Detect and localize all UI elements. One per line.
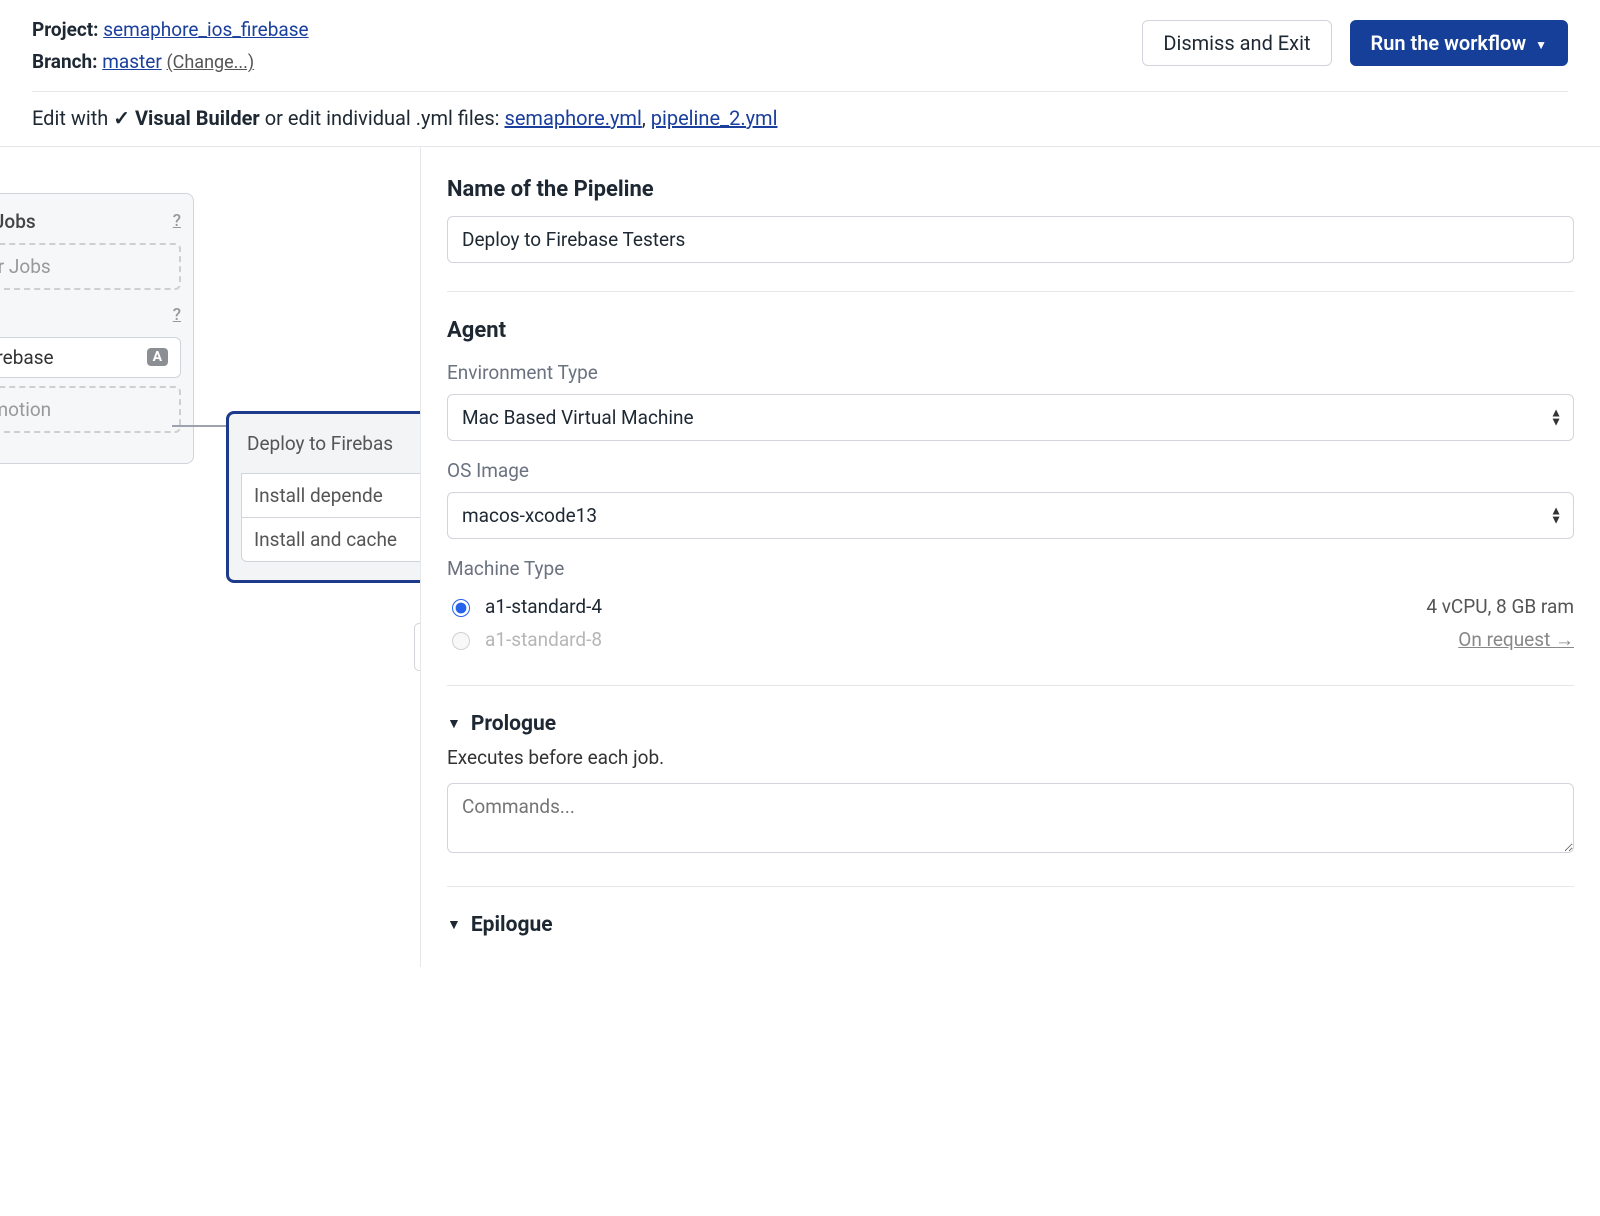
branch-label: Branch: <box>32 50 98 73</box>
pipeline-name-label: Name of the Pipeline <box>447 177 1574 202</box>
epilogue-title: Epilogue <box>471 913 553 937</box>
triangle-down-icon: ▼ <box>447 715 461 732</box>
machine-radio[interactable] <box>452 599 470 617</box>
pipeline-graph-card[interactable]: ipeline Jobs ? d After Jobs tions ? y to… <box>0 193 194 464</box>
machine-type-label: Machine Type <box>447 557 1574 580</box>
panel-resize-handle[interactable] <box>414 623 420 671</box>
project-link[interactable]: semaphore_ios_firebase <box>103 18 308 41</box>
editbar-middle: or edit individual .yml files: <box>265 106 500 130</box>
epilogue-collapsible[interactable]: ▼ Epilogue <box>447 913 1574 937</box>
env-type-label: Environment Type <box>447 361 1574 384</box>
machine-request-link[interactable]: On request → <box>1458 628 1574 652</box>
pipeline-job[interactable]: Install and cache <box>241 518 420 562</box>
header-actions: Dismiss and Exit Run the workflow ▼ <box>1142 14 1568 66</box>
machine-radio <box>452 632 470 650</box>
pipeline-job[interactable]: Install depende <box>241 473 420 518</box>
run-workflow-label: Run the workflow <box>1371 31 1527 55</box>
page-header: Project: semaphore_ios_firebase Branch: … <box>0 0 1600 91</box>
yml-file-link-2[interactable]: pipeline_2.yml <box>651 106 778 130</box>
chevron-down-icon: ▼ <box>1535 38 1547 52</box>
os-image-select[interactable]: macos-xcode13 <box>447 492 1574 539</box>
workspace: ipeline Jobs ? d After Jobs tions ? y to… <box>0 146 1600 967</box>
promotion-item[interactable]: y to Firebase A <box>0 337 181 378</box>
machine-type-option[interactable]: a1-standard-4 4 vCPU, 8 GB ram <box>447 590 1574 623</box>
check-icon: ✓ <box>113 106 130 130</box>
agent-heading: Agent <box>447 318 1574 343</box>
pipeline-name-section: Name of the Pipeline <box>447 177 1574 292</box>
run-workflow-button[interactable]: Run the workflow ▼ <box>1350 20 1568 66</box>
agent-section: Agent Environment Type Mac Based Virtual… <box>447 318 1574 686</box>
change-branch-link[interactable]: (Change...) <box>166 52 254 73</box>
branch-link[interactable]: master <box>102 50 162 73</box>
selected-pipeline-card[interactable]: Deploy to Firebas Install depende Instal… <box>226 411 420 583</box>
pipeline-card-title: Deploy to Firebas <box>241 432 420 455</box>
prologue-collapsible[interactable]: ▼ Prologue Executes before each job. <box>447 712 1574 858</box>
pipeline-canvas[interactable]: ipeline Jobs ? d After Jobs tions ? y to… <box>0 147 420 967</box>
visual-builder-label[interactable]: Visual Builder <box>135 106 260 130</box>
edit-mode-bar: Edit with ✓ Visual Builder or edit indiv… <box>0 92 1600 146</box>
machine-type-option-disabled: a1-standard-8 On request → <box>447 623 1574 657</box>
machine-name: a1-standard-8 <box>485 628 602 651</box>
connector-line <box>172 425 228 427</box>
project-info: Project: semaphore_ios_firebase Branch: … <box>32 14 309 79</box>
editbar-prefix: Edit with <box>32 106 108 130</box>
prologue-desc: Executes before each job. <box>447 746 1574 769</box>
dismiss-button[interactable]: Dismiss and Exit <box>1142 20 1331 66</box>
triangle-down-icon: ▼ <box>447 916 461 933</box>
machine-spec: 4 vCPU, 8 GB ram <box>1426 595 1574 618</box>
prologue-section: ▼ Prologue Executes before each job. <box>447 712 1574 887</box>
pipeline-config-panel: Name of the Pipeline Agent Environment T… <box>420 147 1600 967</box>
machine-name: a1-standard-4 <box>485 595 602 618</box>
project-label: Project: <box>32 18 99 41</box>
epilogue-section: ▼ Epilogue <box>447 913 1574 937</box>
auto-badge: A <box>147 348 168 366</box>
pipeline-name-input[interactable] <box>447 216 1574 263</box>
add-promotion-placeholder[interactable]: d Promotion <box>0 386 181 433</box>
os-image-label: OS Image <box>447 459 1574 482</box>
prologue-title: Prologue <box>471 712 556 736</box>
env-type-select[interactable]: Mac Based Virtual Machine <box>447 394 1574 441</box>
help-icon[interactable]: ? <box>173 305 181 325</box>
promotion-label: y to Firebase <box>0 346 54 369</box>
after-jobs-placeholder[interactable]: d After Jobs <box>0 243 181 290</box>
prologue-commands-input[interactable] <box>447 783 1574 853</box>
help-icon[interactable]: ? <box>173 211 181 231</box>
pipeline-jobs-heading: ipeline Jobs <box>0 210 36 233</box>
yml-file-link-1[interactable]: semaphore.yml <box>505 106 642 130</box>
